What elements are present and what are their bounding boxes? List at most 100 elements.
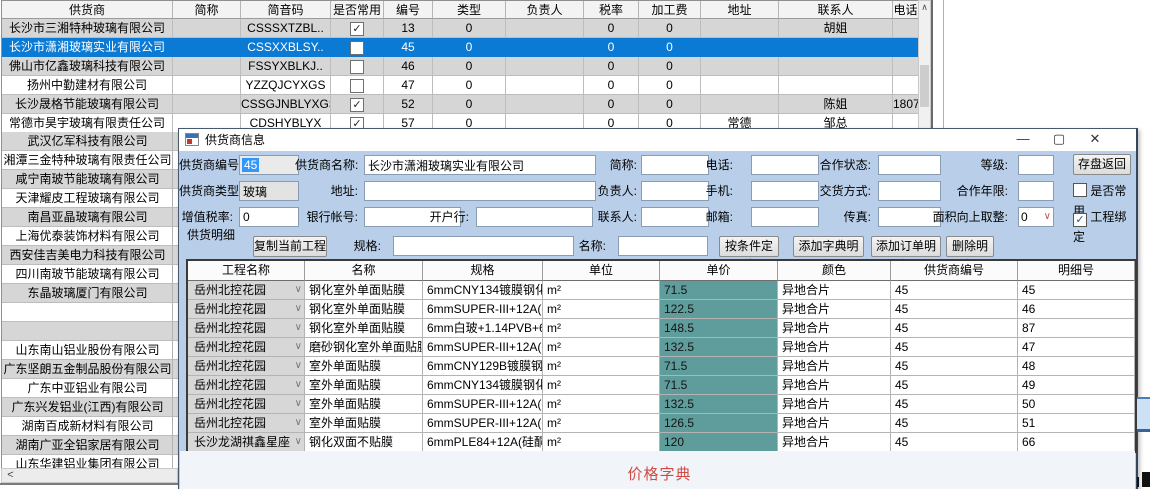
project-combo[interactable]: 岳州北控花园∨ [188, 281, 305, 300]
grade-field[interactable] [1018, 155, 1054, 175]
supplier-list-item[interactable]: 湖南百成新材料有限公司 [2, 417, 180, 436]
supplier-list-item[interactable]: 广东兴发铝业(江西)有限公司 [2, 398, 180, 417]
spec-filter-field[interactable] [393, 236, 574, 256]
detail-column-header-1[interactable]: 名称 [305, 261, 423, 281]
column-header-1[interactable]: 简称 [173, 1, 241, 19]
column-header-8[interactable]: 加工费 [639, 1, 701, 19]
project-combo[interactable]: 岳州北控花园∨ [188, 338, 305, 357]
project-combo[interactable]: 长沙龙湖祺鑫星座∨ [188, 433, 305, 452]
supplier-list-item[interactable]: 山东华建铝业集团有限公司 [2, 455, 180, 468]
add-order-detail-button[interactable]: 添加订单明细 [871, 236, 941, 257]
supplier-type-field[interactable] [239, 181, 299, 201]
detail-row[interactable]: 岳州北控花园∨室外单面贴膜6mmCNY129B镀膜钢化m²71.5异地合片454… [188, 357, 1135, 376]
delete-detail-button[interactable]: 删除明细 [946, 236, 994, 257]
scroll-left-icon[interactable]: < [4, 469, 17, 482]
coop-status-field[interactable] [878, 155, 941, 175]
supplier-list-item[interactable]: 南昌亚晶玻璃有限公司 [2, 208, 180, 227]
common-checkbox[interactable] [350, 41, 364, 55]
supplier-list-item[interactable]: 湖南广亚全铝家居有限公司 [2, 436, 180, 455]
supplier-list-item[interactable] [2, 322, 180, 341]
detail-column-header-4[interactable]: 单价 [660, 261, 778, 281]
close-button[interactable]: ✕ [1081, 129, 1109, 151]
scrollbar-thumb[interactable] [920, 65, 929, 107]
combo-text: 岳州北控花园 [194, 321, 266, 335]
supplier-list-item[interactable]: 广东坚朗五金制品股份有限公司 [2, 360, 180, 379]
supplier-list-item[interactable]: 四川南玻节能玻璃有限公司 [2, 265, 180, 284]
detail-row[interactable]: 长沙龙湖祺鑫星座∨钢化双面不贴膜6mmPLE84+12A(硅酮胶...m²120… [188, 433, 1135, 452]
project-combo[interactable]: 岳州北控花园∨ [188, 395, 305, 414]
detail-column-header-6[interactable]: 供货商编号 [891, 261, 1018, 281]
column-header-7[interactable]: 税率 [584, 1, 639, 19]
supplier-name-field[interactable] [364, 155, 596, 175]
detail-column-header-0[interactable]: 工程名称 [188, 261, 305, 281]
detail-column-header-2[interactable]: 规格 [423, 261, 543, 281]
common-checkbox-row[interactable]: 是否常用 [1073, 181, 1136, 201]
add-dictionary-detail-button[interactable]: 添加字典明细 [793, 236, 864, 257]
horizontal-scrollbar[interactable]: < [1, 468, 178, 483]
column-header-5[interactable]: 类型 [433, 1, 506, 19]
maximize-button[interactable]: ▢ [1045, 129, 1073, 151]
column-header-3[interactable]: 是否常用 [331, 1, 384, 19]
supplier-list-item[interactable]: 山东南山铝业股份有限公司 [2, 341, 180, 360]
table-row[interactable]: 佛山市亿鑫玻璃科技有限公司FSSYXBLKJ..46000 [2, 57, 919, 76]
coop-years-field[interactable] [1018, 181, 1054, 201]
dialog-titlebar[interactable]: 供货商信息 — ▢ ✕ [179, 129, 1136, 151]
supplier-list-item[interactable]: 湘潭三金特种玻璃有限责任公司 [2, 151, 180, 170]
project-combo[interactable]: 岳州北控花园∨ [188, 319, 305, 338]
detail-row[interactable]: 岳州北控花园∨室外单面贴膜6mmCNY134镀膜钢化m²71.5异地合片4549 [188, 376, 1135, 395]
project-combo[interactable]: 岳州北控花园∨ [188, 414, 305, 433]
column-header-10[interactable]: 联系人 [779, 1, 893, 19]
table-row[interactable]: 长沙晟格节能玻璃有限公司CSSGJNBLYXGS✓52000陈姐180751 [2, 95, 919, 114]
locate-by-condition-button[interactable]: 按条件定位 [719, 236, 779, 257]
supplier-list-item[interactable]: 咸宁南玻节能玻璃有限公司 [2, 170, 180, 189]
common-checkbox[interactable] [350, 60, 364, 74]
supplier-list-item[interactable]: 天津耀皮工程玻璃有限公司 [2, 189, 180, 208]
detail-row[interactable]: 岳州北控花园∨室外单面贴膜6mmSUPER-III+12A(硅...m²132.… [188, 395, 1135, 414]
column-header-0[interactable]: 供货商 [2, 1, 173, 19]
common-checkbox[interactable] [350, 79, 364, 93]
copy-project-button[interactable]: 复制当前工程 [253, 236, 327, 257]
project-bind-checkbox-row[interactable]: ✓ 工程绑定 [1073, 207, 1136, 227]
table-row[interactable]: 长沙市潇湘玻璃实业有限公司CSSXXBLSY..45000 [2, 38, 919, 57]
supplier-list-item[interactable]: 上海优泰装饰材料有限公司 [2, 227, 180, 246]
supplier-list-item[interactable]: 武汉亿军科技有限公司 [2, 132, 180, 151]
column-header-2[interactable]: 简音码 [241, 1, 331, 19]
supplier-list-item[interactable] [2, 303, 180, 322]
supplier-no-field[interactable]: 45 [239, 155, 299, 175]
scroll-up-icon[interactable]: ∧ [919, 1, 930, 14]
detail-row[interactable]: 岳州北控花园∨钢化室外单面贴膜6mm白玻+1.14PVB+6mm...m²148… [188, 319, 1135, 338]
column-header-4[interactable]: 编号 [384, 1, 433, 19]
detail-column-header-3[interactable]: 单位 [543, 261, 660, 281]
address-field[interactable] [364, 181, 596, 201]
name-filter-field[interactable] [618, 236, 708, 256]
common-checkbox[interactable]: ✓ [350, 98, 364, 112]
save-return-button[interactable]: 存盘返回 [1073, 154, 1131, 175]
detail-cell: m² [543, 357, 660, 376]
price-dictionary-link[interactable]: 价格字典 [186, 463, 1133, 484]
minimize-button[interactable]: — [1009, 129, 1037, 151]
project-combo[interactable]: 岳州北控花园∨ [188, 376, 305, 395]
common-checkbox[interactable]: ✓ [350, 22, 364, 36]
detail-column-header-7[interactable]: 明细号 [1018, 261, 1135, 281]
vat-rate-field[interactable] [239, 207, 299, 227]
column-header-6[interactable]: 负责人 [506, 1, 584, 19]
detail-column-header-5[interactable]: 颜色 [778, 261, 891, 281]
supplier-list-item[interactable]: 西安佳吉美电力科技有限公司 [2, 246, 180, 265]
detail-row[interactable]: 岳州北控花园∨钢化室外单面贴膜6mmSUPER-III+12A(硅...m²12… [188, 300, 1135, 319]
bank-field[interactable] [476, 207, 593, 227]
table-row[interactable]: 长沙市三湘特种玻璃有限公司CSSSXTZBL..✓13000胡姐 [2, 19, 919, 38]
detail-row[interactable]: 岳州北控花园∨室外单面贴膜6mmSUPER-III+12A(硅...m²126.… [188, 414, 1135, 433]
vertical-scrollbar[interactable]: ∧ [918, 0, 931, 129]
column-header-11[interactable]: 电话 [893, 1, 919, 19]
supplier-list-item[interactable]: 广东中亚铝业有限公司 [2, 379, 180, 398]
table-row[interactable]: 扬州中勤建材有限公司YZZQJCYXGS47000 [2, 76, 919, 95]
detail-row[interactable]: 岳州北控花园∨钢化室外单面贴膜6mmCNY134镀膜钢化m²71.5异地合片45… [188, 281, 1135, 300]
column-header-9[interactable]: 地址 [701, 1, 779, 19]
project-combo[interactable]: 岳州北控花园∨ [188, 300, 305, 319]
project-combo[interactable]: 岳州北控花园∨ [188, 357, 305, 376]
detail-row[interactable]: 岳州北控花园∨磨砂钢化室外单面贴膜6mmSUPER-III+12A(硅...m²… [188, 338, 1135, 357]
common-checkbox[interactable] [1073, 183, 1087, 197]
supplier-list-item[interactable]: 东晶玻璃厦门有限公司 [2, 284, 180, 303]
area-round-up-combo[interactable]: 0 ∨ [1018, 207, 1054, 227]
project-bind-checkbox[interactable]: ✓ [1073, 213, 1087, 227]
